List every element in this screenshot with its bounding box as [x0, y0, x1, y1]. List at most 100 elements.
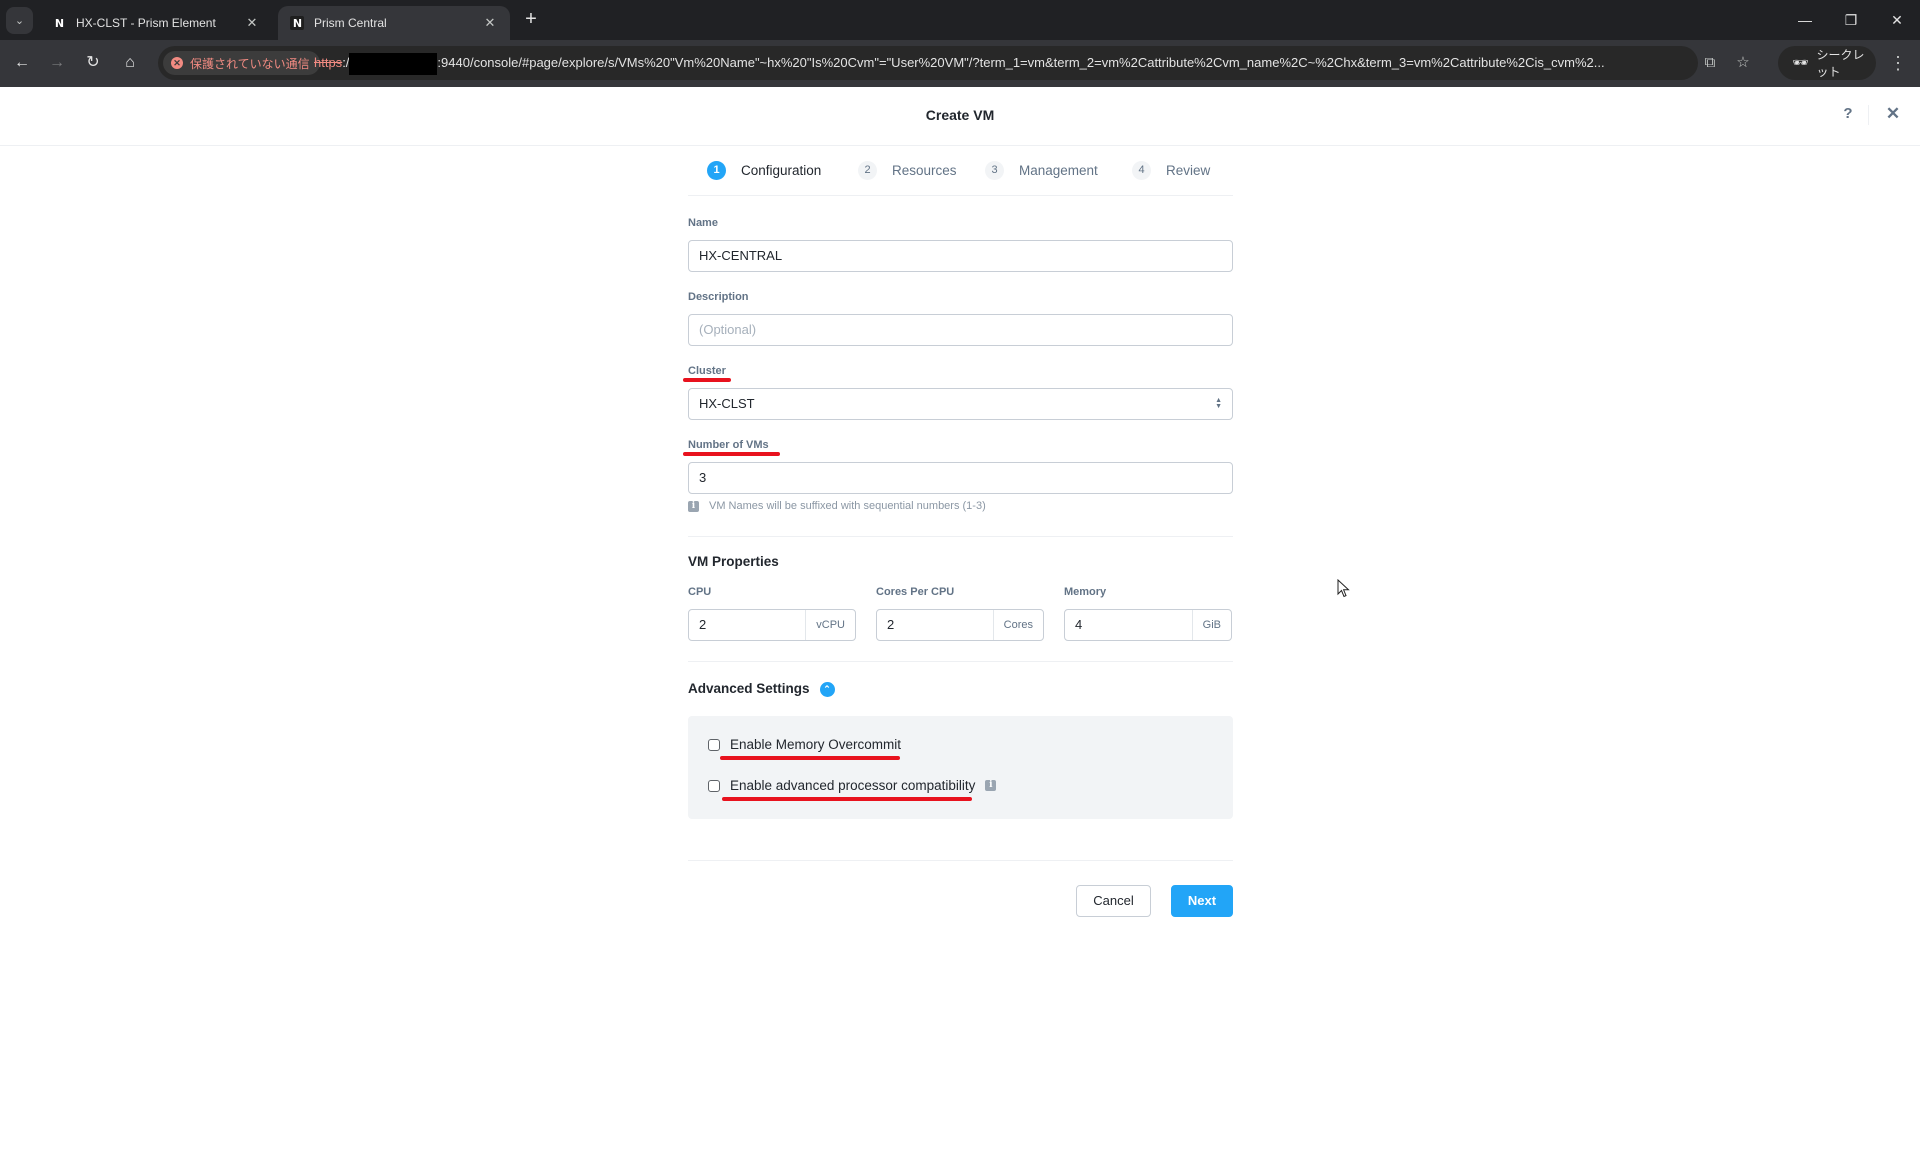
- step-management[interactable]: 3 Management: [985, 161, 1098, 180]
- cores-input[interactable]: 2 Cores: [876, 609, 1044, 641]
- section-divider: [688, 536, 1233, 537]
- chevron-down-icon: ⌄: [14, 15, 25, 27]
- url-scheme: https: [314, 55, 343, 70]
- processor-compat-label: Enable advanced processor compatibility: [730, 778, 976, 793]
- description-label: Description: [688, 291, 749, 303]
- close-icon: ✕: [1891, 12, 1903, 28]
- step-resources[interactable]: 2 Resources: [858, 161, 957, 180]
- processor-compat-option[interactable]: Enable advanced processor compatibility …: [708, 778, 997, 793]
- cpu-input[interactable]: 2 vCPU: [688, 609, 856, 641]
- restore-button[interactable]: ❐: [1838, 8, 1864, 32]
- tab-close-icon[interactable]: ✕: [244, 15, 260, 31]
- tab-title: HX-CLST - Prism Element: [76, 16, 216, 30]
- incognito-indicator[interactable]: 🕶 シークレット: [1778, 46, 1876, 80]
- mouse-cursor-icon: [1337, 579, 1350, 598]
- tab-search-button[interactable]: ⌄: [6, 7, 33, 34]
- memory-overcommit-option[interactable]: Enable Memory Overcommit: [708, 737, 901, 752]
- reload-button[interactable]: ↻: [81, 51, 105, 75]
- more-vertical-icon: ⋮: [1889, 53, 1907, 73]
- vm-properties-title: VM Properties: [688, 554, 779, 569]
- home-button[interactable]: ⌂: [118, 51, 142, 75]
- tab-close-icon[interactable]: ✕: [482, 15, 498, 31]
- browser-tab-bar: ⌄ N HX-CLST - Prism Element ✕ N Prism Ce…: [0, 0, 1920, 40]
- step-configuration[interactable]: 1 Configuration: [707, 161, 821, 180]
- tab-prism-element[interactable]: N HX-CLST - Prism Element ✕: [40, 6, 272, 40]
- security-indicator[interactable]: ✕ 保護されていない通信: [163, 51, 320, 75]
- modal-close-button[interactable]: ✕: [1882, 104, 1904, 126]
- memory-overcommit-checkbox[interactable]: [708, 738, 720, 751]
- next-button[interactable]: Next: [1171, 885, 1233, 917]
- plus-icon: +: [525, 8, 537, 30]
- wizard-stepper: 1 Configuration 2 Resources 3 Management…: [688, 146, 1233, 196]
- translate-button[interactable]: ⧉: [1698, 51, 1722, 75]
- browser-menu-button[interactable]: ⋮: [1888, 51, 1908, 75]
- memory-label: Memory: [1064, 586, 1107, 598]
- reload-icon: ↻: [86, 54, 100, 71]
- hint-text: VM Names will be suffixed with sequentia…: [709, 500, 986, 512]
- processor-compat-checkbox[interactable]: [708, 779, 720, 792]
- minimize-icon: —: [1798, 12, 1812, 28]
- forward-button[interactable]: →: [45, 51, 69, 75]
- translate-icon: ⧉: [1704, 54, 1716, 71]
- step-number: 4: [1132, 161, 1151, 180]
- tab-title: Prism Central: [314, 16, 387, 30]
- annotation-underline: [683, 452, 780, 456]
- num-vms-hint: i VM Names will be suffixed with sequent…: [688, 500, 986, 512]
- info-icon: i: [688, 500, 699, 512]
- cluster-value: HX-CLST: [699, 396, 755, 411]
- cluster-label: Cluster: [688, 365, 726, 377]
- step-number: 3: [985, 161, 1004, 180]
- cancel-button[interactable]: Cancel: [1076, 885, 1151, 917]
- cpu-value: 2: [699, 617, 707, 632]
- cluster-select[interactable]: HX-CLST ▲ ▼: [688, 388, 1233, 420]
- step-review[interactable]: 4 Review: [1132, 161, 1210, 180]
- description-input[interactable]: (Optional): [688, 314, 1233, 346]
- memory-input[interactable]: 4 GiB: [1064, 609, 1232, 641]
- annotation-underline: [683, 378, 731, 382]
- restore-icon: ❐: [1844, 12, 1858, 28]
- home-icon: ⌂: [125, 54, 135, 71]
- chevron-up-icon[interactable]: ⌃: [819, 682, 835, 697]
- name-input[interactable]: HX-CENTRAL: [688, 240, 1233, 272]
- url-text[interactable]: https:/ :9440/console/#page/explore/s/VMs…: [314, 46, 1844, 80]
- step-number: 1: [707, 161, 726, 180]
- cores-label: Cores Per CPU: [876, 586, 955, 598]
- header-divider: [1868, 105, 1869, 125]
- close-icon: ✕: [1885, 104, 1901, 123]
- cores-value: 2: [887, 617, 895, 632]
- security-label: 保護されていない通信: [190, 56, 310, 71]
- annotation-underline: [720, 756, 900, 760]
- nutanix-favicon-icon: N: [290, 16, 304, 30]
- step-label: Management: [1019, 163, 1098, 178]
- arrow-right-icon: →: [49, 54, 65, 71]
- memory-overcommit-label: Enable Memory Overcommit: [730, 737, 902, 752]
- footer-divider: [688, 860, 1233, 861]
- help-button[interactable]: ?: [1838, 105, 1858, 125]
- address-bar[interactable]: ✕ 保護されていない通信 https:/ :9440/console/#page/…: [158, 46, 1698, 80]
- bookmark-button[interactable]: ☆: [1731, 51, 1755, 75]
- section-divider: [688, 661, 1233, 662]
- back-button[interactable]: ←: [10, 51, 34, 75]
- new-tab-button[interactable]: +: [520, 9, 542, 31]
- question-icon: ?: [1843, 105, 1853, 122]
- memory-unit: GiB: [1191, 610, 1231, 640]
- url-separator: :/: [342, 55, 350, 70]
- window-close-button[interactable]: ✕: [1884, 8, 1910, 32]
- name-label: Name: [688, 217, 718, 229]
- cpu-label: CPU: [688, 586, 712, 598]
- browser-toolbar: ← → ↻ ⌂ ✕ 保護されていない通信 https:/ :9440/consol…: [0, 40, 1920, 87]
- incognito-icon: 🕶: [1792, 55, 1809, 70]
- advanced-settings-title: Advanced Settings: [688, 681, 810, 696]
- info-icon[interactable]: i: [985, 780, 997, 791]
- modal-title: Create VM: [925, 107, 995, 123]
- tab-prism-central[interactable]: N Prism Central ✕: [278, 6, 510, 40]
- num-vms-label: Number of VMs: [688, 439, 769, 451]
- url-path: :9440/console/#page/explore/s/VMs%20"Vm%…: [437, 55, 1605, 70]
- annotation-underline: [722, 797, 972, 801]
- select-arrows-icon: ▲ ▼: [1215, 397, 1222, 410]
- advanced-settings-toggle[interactable]: Advanced Settings ⌃: [688, 681, 835, 697]
- minimize-button[interactable]: —: [1792, 8, 1818, 32]
- incognito-label: シークレット: [1816, 48, 1865, 79]
- advanced-settings-panel: Enable Memory Overcommit Enable advanced…: [688, 716, 1233, 819]
- num-vms-input[interactable]: 3: [688, 462, 1233, 494]
